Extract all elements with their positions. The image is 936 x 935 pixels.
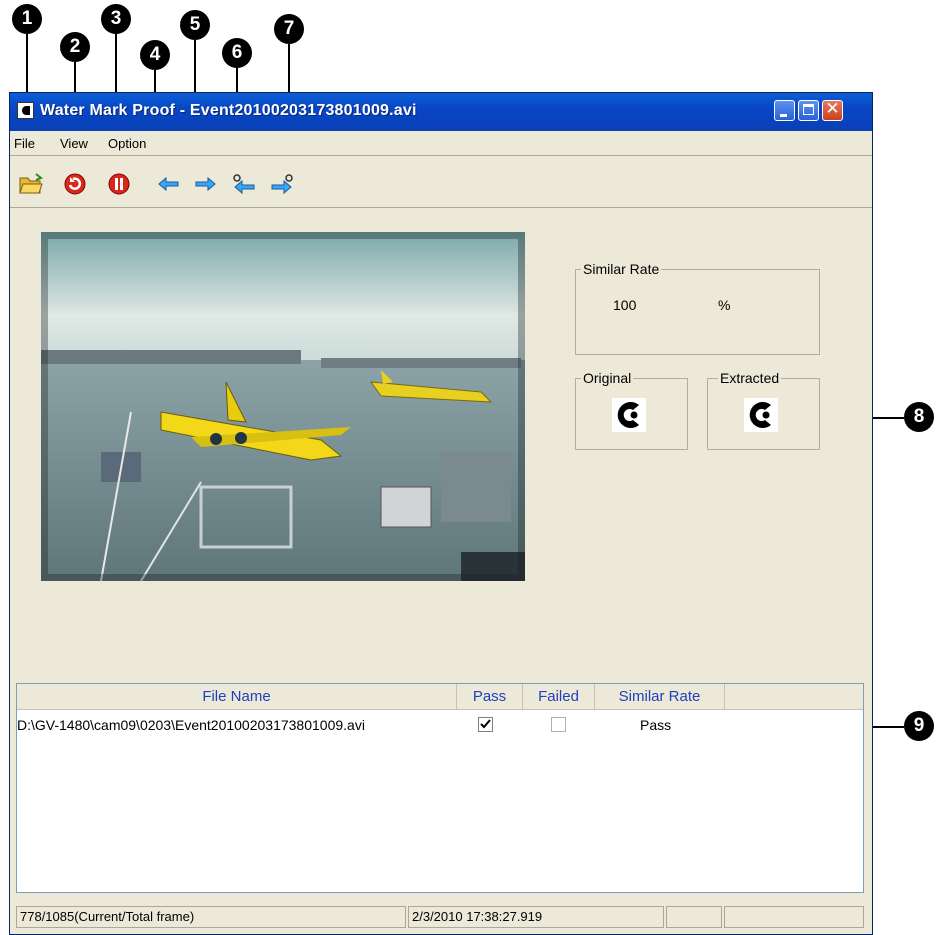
similar-rate-label: Similar Rate	[581, 261, 662, 277]
callout-4: 4	[140, 40, 170, 70]
status-pane-4	[724, 906, 864, 928]
callout-1: 1	[12, 4, 42, 34]
extracted-watermark-group: Extracted	[707, 370, 820, 450]
status-frame: 778/1085(Current/Total frame)	[16, 906, 406, 928]
extracted-watermark-image	[744, 398, 778, 432]
similar-rate-value: 100	[613, 297, 637, 313]
result-list: File Name Pass Failed Similar Rate D:\GV…	[16, 683, 864, 893]
callout-6: 6	[222, 38, 252, 68]
callout-7: 7	[274, 14, 304, 44]
menu-option[interactable]: Option	[108, 136, 146, 151]
watermark-proof-window: Water Mark Proof - Event2010020317380100…	[9, 92, 873, 935]
close-button[interactable]: ✕	[822, 99, 843, 121]
status-time: 2/3/2010 17:38:27.919	[408, 906, 664, 928]
callout-5: 5	[180, 10, 210, 40]
minimize-button[interactable]	[774, 100, 795, 121]
prev-event-icon[interactable]	[232, 171, 258, 197]
original-watermark-image	[612, 398, 646, 432]
extracted-label: Extracted	[718, 370, 782, 386]
title-bar[interactable]: Water Mark Proof - Event2010020317380100…	[10, 93, 872, 131]
column-file-name[interactable]: File Name	[17, 684, 457, 710]
close-icon: ✕	[825, 99, 840, 119]
status-bar: 778/1085(Current/Total frame) 2/3/2010 1…	[16, 906, 864, 928]
menu-bar: File View Option	[10, 131, 872, 156]
toolbar	[10, 157, 872, 208]
row-failed-checkbox[interactable]	[551, 717, 566, 732]
open-folder-icon[interactable]	[18, 171, 44, 197]
callout-9: 9	[904, 711, 934, 741]
similar-rate-unit: %	[718, 297, 731, 313]
similar-rate-group: Similar Rate 100 %	[575, 261, 820, 355]
window-title: Water Mark Proof - Event2010020317380100…	[40, 102, 417, 119]
original-watermark-group: Original	[575, 370, 688, 450]
prev-frame-icon[interactable]	[156, 171, 182, 197]
row-similar-rate: Pass	[640, 717, 672, 733]
callout-3: 3	[101, 4, 131, 34]
column-blank	[725, 684, 863, 710]
column-failed[interactable]: Failed	[523, 684, 595, 710]
pause-icon[interactable]	[106, 171, 132, 197]
play-icon[interactable]	[62, 171, 88, 197]
original-label: Original	[581, 370, 634, 386]
column-pass[interactable]: Pass	[457, 684, 523, 710]
callout-2: 2	[60, 32, 90, 62]
maximize-button[interactable]	[798, 100, 819, 121]
next-frame-icon[interactable]	[192, 171, 218, 197]
app-icon	[17, 102, 34, 119]
column-similar-rate[interactable]: Similar Rate	[595, 684, 725, 710]
callout-8: 8	[904, 402, 934, 432]
row-file-name: D:\GV-1480\cam09\0203\Event2010020317380…	[17, 717, 365, 733]
menu-file[interactable]: File	[14, 136, 35, 151]
row-pass-checkbox[interactable]	[478, 717, 493, 732]
menu-view[interactable]: View	[60, 136, 88, 151]
next-event-icon[interactable]	[268, 171, 294, 197]
status-pane-3	[666, 906, 722, 928]
video-preview	[41, 232, 525, 581]
